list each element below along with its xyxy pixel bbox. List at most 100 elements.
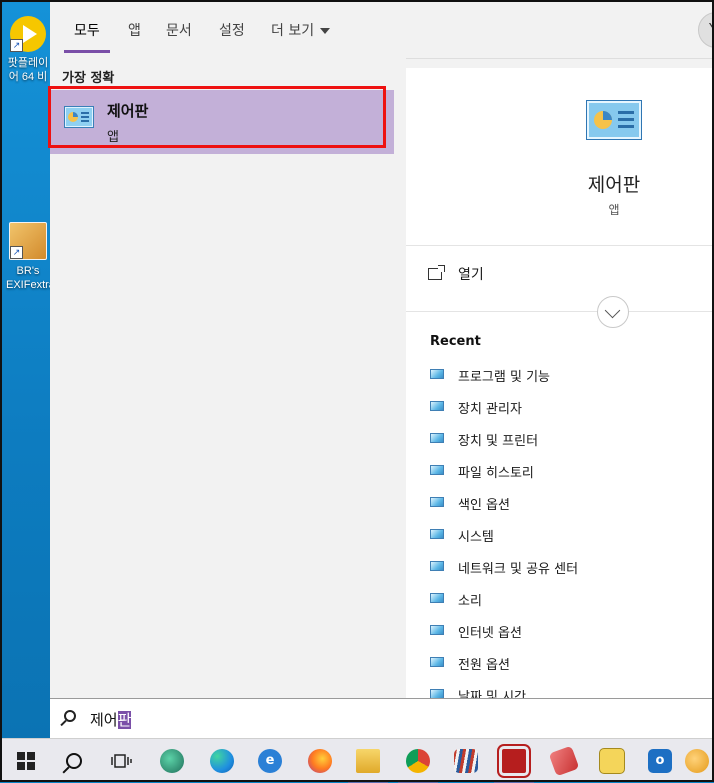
tab-more[interactable]: 더 보기	[271, 20, 331, 40]
open-icon	[428, 265, 445, 280]
app-swirl-icon	[160, 749, 184, 773]
recent-item-label: 인터넷 옵션	[458, 626, 522, 641]
taskbar-app[interactable]	[442, 739, 490, 783]
control-panel-icon	[430, 433, 444, 443]
recent-item[interactable]: 인터넷 옵션	[430, 622, 578, 654]
desktop-icon-exifextractor[interactable]: ↗ BR's EXIFextractor	[6, 222, 50, 292]
task-view-icon	[111, 754, 132, 768]
control-panel-icon	[430, 593, 444, 603]
recent-heading: Recent	[430, 334, 481, 349]
recent-item[interactable]: 소리	[430, 590, 578, 622]
desktop: ↗ 팟플레이어 64 비트 ↗ BR's EXIFextractor	[0, 0, 50, 738]
task-view-button[interactable]	[98, 739, 146, 783]
expand-button[interactable]	[597, 296, 629, 328]
divider	[406, 245, 714, 246]
recent-item[interactable]: 전원 옵션	[430, 654, 578, 686]
shortcut-arrow-icon: ↗	[10, 39, 23, 52]
divider	[406, 311, 714, 312]
desktop-icon-label: 팟플레이어 64 비트	[7, 57, 49, 83]
taskbar-app[interactable]	[198, 739, 246, 783]
tab-all[interactable]: 모두	[64, 20, 110, 53]
tab-more-label: 더 보기	[271, 23, 315, 39]
recent-item-label: 색인 옵션	[458, 498, 510, 513]
firefox-icon	[308, 749, 332, 773]
potplayer-icon: ↗	[10, 16, 46, 52]
control-panel-icon	[430, 497, 444, 507]
taskbar-app[interactable]: e	[246, 739, 294, 783]
control-panel-icon	[430, 401, 444, 411]
start-search-panel: 모두 앱 문서 설정 더 보기 Y 가장 정확 제어판 앱	[48, 0, 714, 738]
search-selected-text: 판	[117, 711, 132, 729]
search-icon	[64, 710, 76, 722]
highlight-box	[48, 86, 386, 148]
control-panel-icon	[430, 529, 444, 539]
taskbar-app[interactable]: o	[636, 739, 684, 783]
recent-list: 프로그램 및 기능 장치 관리자 장치 및 프린터 파일 히스토리 색인 옵션 …	[430, 366, 578, 700]
recent-item-label: 소리	[458, 594, 482, 609]
desktop-icon-potplayer[interactable]: ↗ 팟플레이어 64 비트	[6, 16, 50, 84]
tab-apps[interactable]: 앱	[128, 20, 141, 40]
chevron-down-icon	[320, 28, 331, 34]
desktop-icon-label: BR's EXIFextractor	[6, 265, 50, 291]
taskbar-app[interactable]	[540, 739, 588, 783]
control-panel-large-icon	[586, 100, 642, 140]
recent-item[interactable]: 장치 관리자	[430, 398, 578, 430]
search-box[interactable]: 제어판	[50, 698, 714, 738]
details-app-name: 제어판	[587, 174, 641, 196]
taskbar-app[interactable]	[148, 739, 196, 783]
chrome-icon	[406, 749, 430, 773]
taskbar-app[interactable]	[344, 739, 392, 783]
details-app-type: 앱	[608, 203, 620, 217]
exifextractor-icon: ↗	[9, 222, 47, 260]
taskbar-search-button[interactable]	[50, 739, 98, 783]
recent-item[interactable]: 프로그램 및 기능	[430, 366, 578, 398]
shortcut-arrow-icon: ↗	[10, 246, 23, 259]
recent-item-label: 장치 및 프린터	[458, 434, 539, 449]
result-details-pane: 제어판 앱 열기 Recent 프로그램 및 기능 장치 관리자 장치 및 프린…	[406, 68, 714, 700]
edge-icon	[210, 749, 234, 773]
file-explorer-icon	[356, 749, 380, 773]
search-input[interactable]: 제어판	[90, 709, 132, 730]
best-match-result[interactable]: 제어판 앱	[48, 86, 394, 154]
taskbar-app[interactable]	[680, 739, 714, 783]
search-filter-tabs: 모두 앱 문서 설정 더 보기 Y	[50, 0, 714, 59]
recent-item-label: 네트워크 및 공유 센터	[458, 562, 579, 577]
outlook-icon: o	[648, 749, 672, 773]
taskbar-app[interactable]	[394, 739, 442, 783]
recent-item[interactable]: 장치 및 프린터	[430, 430, 578, 462]
internet-explorer-icon: e	[258, 749, 282, 773]
recent-item-label: 전원 옵션	[458, 658, 510, 673]
results-list: 가장 정확 제어판 앱	[48, 58, 406, 698]
recent-item-label: 시스템	[458, 530, 494, 545]
open-label: 열기	[458, 267, 484, 283]
control-panel-icon	[430, 625, 444, 635]
taskbar-app[interactable]	[296, 739, 344, 783]
tab-documents[interactable]: 문서	[166, 20, 192, 40]
taskbar-app[interactable]	[588, 739, 636, 783]
control-panel-icon	[430, 465, 444, 475]
app-eraser-icon	[548, 745, 580, 777]
recent-item[interactable]: 색인 옵션	[430, 494, 578, 526]
avatar[interactable]: Y	[698, 12, 714, 48]
recent-item-label: 파일 히스토리	[458, 466, 534, 481]
search-icon	[66, 753, 82, 769]
best-match-heading: 가장 정확	[62, 71, 115, 86]
control-panel-icon	[430, 561, 444, 571]
windows-start-icon	[17, 752, 35, 770]
start-button[interactable]	[2, 739, 50, 783]
control-panel-icon	[430, 369, 444, 379]
recent-item-label: 장치 관리자	[458, 402, 522, 417]
open-action[interactable]: 열기	[428, 264, 484, 284]
recent-item[interactable]: 네트워크 및 공유 센터	[430, 558, 578, 590]
recent-item-label: 프로그램 및 기능	[458, 370, 550, 385]
tab-settings[interactable]: 설정	[219, 20, 245, 40]
recent-item[interactable]: 파일 히스토리	[430, 462, 578, 494]
taskbar: e o	[0, 738, 714, 783]
key-icon	[685, 749, 709, 773]
app-grid-red-icon	[499, 746, 529, 776]
sticky-notes-icon	[599, 748, 625, 774]
recent-item[interactable]: 시스템	[430, 526, 578, 558]
search-typed-text: 제어	[90, 711, 118, 729]
app-stripes-icon	[454, 749, 478, 773]
taskbar-app[interactable]	[490, 739, 538, 783]
